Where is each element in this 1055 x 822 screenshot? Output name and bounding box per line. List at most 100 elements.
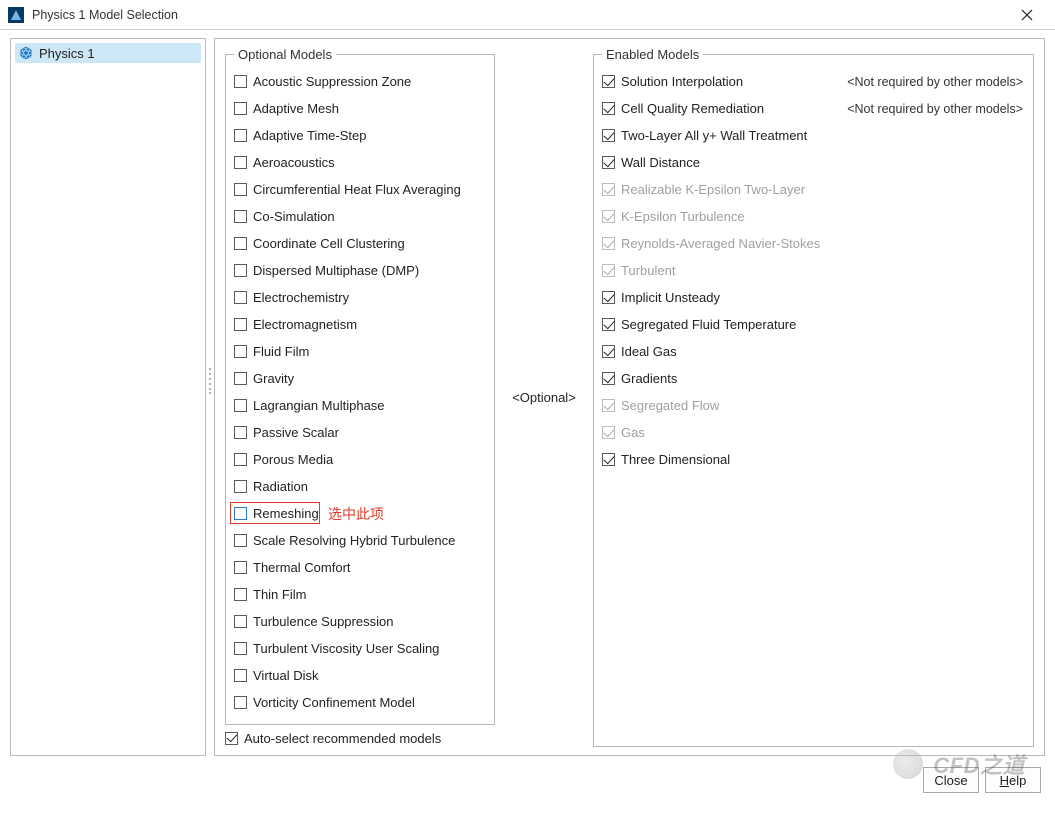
model-checkbox[interactable] <box>602 129 615 142</box>
model-checkbox <box>602 237 615 250</box>
optional-model-row[interactable]: Adaptive Time-Step <box>234 122 486 149</box>
optional-model-row[interactable]: Coordinate Cell Clustering <box>234 230 486 257</box>
tree-item-physics1[interactable]: Physics 1 <box>15 43 201 63</box>
optional-model-row[interactable]: Radiation <box>234 473 486 500</box>
model-label: Reynolds-Averaged Navier-Stokes <box>621 236 820 251</box>
model-checkbox[interactable] <box>234 507 247 520</box>
optional-model-row[interactable]: Acoustic Suppression Zone <box>234 68 486 95</box>
enabled-model-row[interactable]: Segregated Fluid Temperature <box>602 311 1025 338</box>
optional-model-row[interactable]: Turbulence Suppression <box>234 608 486 635</box>
model-checkbox <box>602 399 615 412</box>
model-note: <Not required by other models> <box>847 75 1025 89</box>
model-label: Gradients <box>621 371 677 386</box>
enabled-model-row[interactable]: Ideal Gas <box>602 338 1025 365</box>
enabled-model-row[interactable]: Implicit Unsteady <box>602 284 1025 311</box>
optional-model-row[interactable]: Thin Film <box>234 581 486 608</box>
optional-model-row[interactable]: Dispersed Multiphase (DMP) <box>234 257 486 284</box>
model-checkbox[interactable] <box>602 372 615 385</box>
optional-model-row[interactable]: Circumferential Heat Flux Averaging <box>234 176 486 203</box>
optional-model-row[interactable]: Co-Simulation <box>234 203 486 230</box>
enabled-model-row[interactable]: Two-Layer All y+ Wall Treatment <box>602 122 1025 149</box>
app-icon <box>8 7 24 23</box>
model-checkbox[interactable] <box>234 129 247 142</box>
model-checkbox[interactable] <box>234 183 247 196</box>
model-label: Gas <box>621 425 645 440</box>
model-checkbox[interactable] <box>234 399 247 412</box>
enabled-model-row[interactable]: Gradients <box>602 365 1025 392</box>
model-checkbox <box>602 426 615 439</box>
model-checkbox[interactable] <box>234 642 247 655</box>
model-checkbox[interactable] <box>234 696 247 709</box>
optional-model-row[interactable]: Lagrangian Multiphase <box>234 392 486 419</box>
model-checkbox[interactable] <box>234 237 247 250</box>
model-label: Aeroacoustics <box>253 155 335 170</box>
titlebar: Physics 1 Model Selection <box>0 0 1055 30</box>
enabled-column: Enabled Models Solution Interpolation<No… <box>593 47 1034 747</box>
optional-model-row[interactable]: Turbulent Viscosity User Scaling <box>234 635 486 662</box>
enabled-model-row[interactable]: Wall Distance <box>602 149 1025 176</box>
enabled-model-row[interactable]: Three Dimensional <box>602 446 1025 473</box>
optional-model-row[interactable]: Vorticity Confinement Model <box>234 689 486 716</box>
model-label: Dispersed Multiphase (DMP) <box>253 263 419 278</box>
model-checkbox[interactable] <box>234 615 247 628</box>
model-checkbox[interactable] <box>234 102 247 115</box>
optional-model-row[interactable]: Scale Resolving Hybrid Turbulence <box>234 527 486 554</box>
model-checkbox[interactable] <box>234 561 247 574</box>
model-checkbox[interactable] <box>602 291 615 304</box>
model-label: Remeshing <box>253 506 319 521</box>
optional-model-row[interactable]: Virtual Disk <box>234 662 486 689</box>
model-checkbox[interactable] <box>602 453 615 466</box>
model-label: Realizable K-Epsilon Two-Layer <box>621 182 805 197</box>
close-button[interactable]: Close <box>923 767 979 793</box>
optional-model-row[interactable]: Passive Scalar <box>234 419 486 446</box>
model-checkbox[interactable] <box>234 75 247 88</box>
footer: Close Help <box>0 760 1055 800</box>
model-checkbox[interactable] <box>234 318 247 331</box>
help-button[interactable]: Help <box>985 767 1041 793</box>
enabled-model-row: Turbulent <box>602 257 1025 284</box>
model-checkbox[interactable] <box>234 669 247 682</box>
optional-model-row[interactable]: Electrochemistry <box>234 284 486 311</box>
model-checkbox[interactable] <box>234 264 247 277</box>
optional-model-row[interactable]: Aeroacoustics <box>234 149 486 176</box>
model-checkbox[interactable] <box>602 156 615 169</box>
model-checkbox[interactable] <box>234 534 247 547</box>
window-close-button[interactable] <box>1007 1 1047 29</box>
optional-model-row[interactable]: Thermal Comfort <box>234 554 486 581</box>
model-label: Fluid Film <box>253 344 309 359</box>
model-checkbox[interactable] <box>234 453 247 466</box>
optional-models-list: Acoustic Suppression ZoneAdaptive MeshAd… <box>234 68 486 716</box>
model-checkbox[interactable] <box>602 102 615 115</box>
optional-model-row[interactable]: Fluid Film <box>234 338 486 365</box>
enabled-model-row: Segregated Flow <box>602 392 1025 419</box>
model-checkbox[interactable] <box>234 291 247 304</box>
splitter-handle[interactable] <box>209 368 213 394</box>
model-label: Gravity <box>253 371 294 386</box>
enabled-model-row[interactable]: Cell Quality Remediation<Not required by… <box>602 95 1025 122</box>
optional-model-row[interactable]: Gravity <box>234 365 486 392</box>
model-checkbox[interactable] <box>234 480 247 493</box>
model-label: Ideal Gas <box>621 344 677 359</box>
model-label: Segregated Flow <box>621 398 719 413</box>
model-checkbox[interactable] <box>602 318 615 331</box>
model-checkbox[interactable] <box>234 156 247 169</box>
model-label: Two-Layer All y+ Wall Treatment <box>621 128 807 143</box>
model-checkbox[interactable] <box>234 588 247 601</box>
close-icon <box>1021 9 1033 21</box>
model-label: Thin Film <box>253 587 306 602</box>
model-label: Electrochemistry <box>253 290 349 305</box>
model-checkbox[interactable] <box>602 75 615 88</box>
model-checkbox[interactable] <box>234 426 247 439</box>
model-checkbox[interactable] <box>234 372 247 385</box>
model-checkbox[interactable] <box>234 210 247 223</box>
model-checkbox[interactable] <box>234 345 247 358</box>
autoselect-checkbox[interactable] <box>225 732 238 745</box>
optional-model-row[interactable]: Porous Media <box>234 446 486 473</box>
optional-model-row[interactable]: Electromagnetism <box>234 311 486 338</box>
model-checkbox[interactable] <box>602 345 615 358</box>
autoselect-row[interactable]: Auto-select recommended models <box>225 725 495 747</box>
model-label: Implicit Unsteady <box>621 290 720 305</box>
optional-model-row[interactable]: Adaptive Mesh <box>234 95 486 122</box>
enabled-model-row[interactable]: Solution Interpolation<Not required by o… <box>602 68 1025 95</box>
model-label: Three Dimensional <box>621 452 730 467</box>
